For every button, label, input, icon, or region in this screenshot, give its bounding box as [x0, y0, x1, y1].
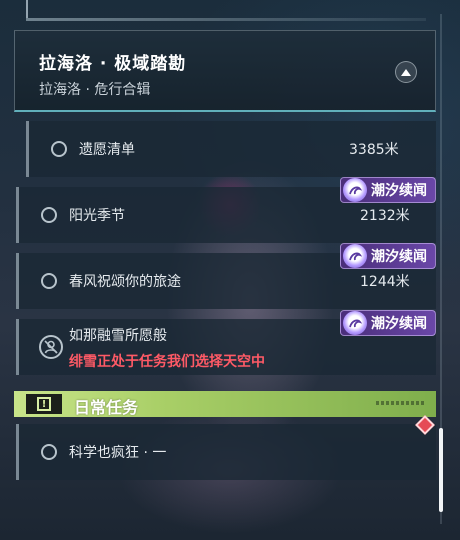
person-slash-icon	[39, 335, 63, 359]
list-edge-line	[26, 0, 28, 18]
circle-icon	[41, 444, 57, 460]
circle-icon	[51, 141, 67, 157]
quest-tag: 潮汐续闻	[340, 243, 436, 269]
tide-swirl-icon	[343, 311, 367, 335]
quest-warning: 绯雪正处于任务我们选择天空中	[69, 354, 265, 370]
tide-swirl-icon	[343, 178, 367, 202]
quest-name: 科学也疯狂 · 一	[69, 445, 167, 461]
circle-icon	[41, 273, 57, 289]
quest-item-1[interactable]: 遗愿清单 3385米	[26, 121, 436, 177]
quest-name: 阳光季节	[69, 208, 125, 224]
quest-distance: 1244米	[360, 274, 410, 290]
quest-group-subtitle: 拉海洛 · 危行合辑	[39, 82, 151, 98]
quest-distance: 3385米	[349, 142, 399, 158]
exclamation-box-icon: !	[26, 394, 62, 414]
collapse-button[interactable]	[395, 61, 417, 83]
quest-group-title: 拉海洛 · 极域踏勘	[39, 54, 187, 74]
quest-group-header[interactable]: 拉海洛 · 极域踏勘 拉海洛 · 危行合辑	[14, 30, 436, 112]
scrollbar-thumb[interactable]	[439, 428, 443, 512]
quest-tag: 潮汐续闻	[340, 177, 436, 203]
quest-tag-label: 潮汐续闻	[371, 249, 427, 265]
daily-tasks-title: 日常任务	[74, 398, 139, 417]
chevron-up-icon	[401, 69, 411, 76]
quest-tag-label: 潮汐续闻	[371, 183, 427, 199]
quest-name: 如那融雪所愿般	[69, 328, 167, 344]
quest-name: 遗愿清单	[79, 142, 135, 158]
circle-icon	[41, 207, 57, 223]
quest-tag: 潮汐续闻	[340, 310, 436, 336]
header-decor	[376, 401, 426, 405]
daily-tasks-header[interactable]: ! 日常任务	[14, 391, 436, 417]
quest-name: 春风祝颂你的旅途	[69, 274, 181, 290]
previous-card-edge	[26, 18, 426, 21]
quest-tag-label: 潮汐续闻	[371, 316, 427, 332]
quest-distance: 2132米	[360, 208, 410, 224]
daily-item-1[interactable]: 科学也疯狂 · 一	[16, 424, 436, 480]
tide-swirl-icon	[343, 244, 367, 268]
